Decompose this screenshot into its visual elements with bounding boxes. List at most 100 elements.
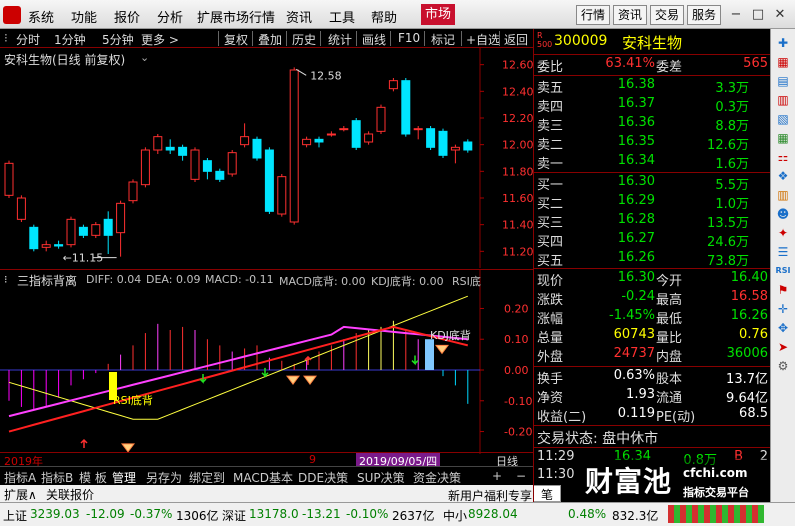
tool-overlay[interactable]: 叠加: [258, 31, 282, 48]
minimize-icon[interactable]: −: [726, 5, 746, 25]
button-service[interactable]: 服务: [687, 5, 722, 25]
close-icon[interactable]: ✕: [770, 5, 790, 25]
plus-icon[interactable]: ✚: [775, 35, 791, 51]
ask-label: 卖一: [537, 157, 564, 172]
button-trade[interactable]: 交易: [650, 5, 685, 25]
tab-sup[interactable]: SUP决策: [357, 469, 405, 486]
tab-indicator-b[interactable]: 指标B: [41, 469, 73, 486]
chart-icon[interactable]: ▦: [775, 54, 791, 70]
menu-tools[interactable]: 工具: [329, 7, 355, 26]
tool-back[interactable]: 返回: [504, 31, 528, 48]
weicha-label: 委差: [656, 60, 683, 75]
tool-history[interactable]: 历史: [292, 31, 316, 48]
tool-add-watchlist[interactable]: +自选: [466, 31, 500, 48]
watermark-logo: 财富池 cfchi.com 指标交易平台: [583, 458, 768, 502]
stat2-label: 流通: [656, 391, 683, 406]
tree-icon[interactable]: ❖: [775, 168, 791, 184]
tab-indicator-a[interactable]: 指标A: [4, 469, 36, 486]
chart-toolbar: ⁝ 分时 1分钟 5分钟 更多 > 复权 叠加 历史 统计 画线 F10 标记 …: [0, 29, 533, 48]
sme-index-label[interactable]: 中小: [443, 507, 467, 524]
tool-statistics[interactable]: 统计: [328, 31, 352, 48]
menu-market[interactable]: 市场: [421, 4, 456, 25]
button-news[interactable]: 资讯: [613, 5, 648, 25]
tab-fund[interactable]: 资金决策: [413, 469, 461, 486]
period-5min[interactable]: 5分钟: [102, 31, 134, 48]
price-tick-label: 11.20: [502, 245, 533, 258]
doc-icon[interactable]: ▧: [775, 111, 791, 127]
table-icon[interactable]: ▦: [775, 130, 791, 146]
tool-draw-line[interactable]: 画线: [362, 31, 386, 48]
ask-row: 卖一 16.34 1.6万: [534, 153, 771, 172]
remove-tab-button[interactable]: −: [516, 469, 526, 483]
add-tab-button[interactable]: +: [492, 469, 502, 483]
menu-info[interactable]: 资讯: [286, 7, 312, 26]
ask-label: 卖三: [537, 119, 564, 134]
stat-value: -1.45%: [609, 308, 655, 323]
grid-icon[interactable]: ▥: [775, 92, 791, 108]
period-more[interactable]: 更多 >: [141, 31, 179, 48]
settings-icon[interactable]: ⚙: [775, 358, 791, 374]
tool-f10[interactable]: F10: [398, 31, 420, 45]
pointer-icon[interactable]: ➤: [775, 339, 791, 355]
menu-system[interactable]: 系统: [28, 7, 54, 26]
rsi-icon[interactable]: RSI: [775, 263, 791, 279]
tab-template[interactable]: 模 板: [79, 469, 107, 486]
list-icon[interactable]: ⁝: [4, 31, 8, 45]
tab-manage[interactable]: 管理: [112, 469, 136, 486]
candle-up: [190, 149, 200, 180]
lines-icon[interactable]: ☰: [775, 244, 791, 260]
ask-row: 卖五 16.38 3.3万: [534, 77, 771, 96]
candle-up: [339, 128, 349, 131]
buy-signal-arrow: [80, 438, 88, 448]
menu-analysis[interactable]: 分析: [157, 7, 183, 26]
tab-extend[interactable]: 扩展∧: [4, 486, 37, 503]
flag-icon[interactable]: ⚑: [775, 282, 791, 298]
k-icon[interactable]: ⚏: [775, 149, 791, 165]
kline-chart[interactable]: 12.60 12.40 12.20 12.00 11.80 11.60 11.40 11.20…: [0, 48, 534, 268]
period-timeshare[interactable]: 分时: [16, 31, 40, 48]
ask-label: 卖四: [537, 100, 564, 115]
bid-label: 买五: [537, 254, 564, 269]
sz-index-label[interactable]: 深证: [222, 507, 246, 524]
sh-index-label[interactable]: 上证: [3, 507, 27, 524]
tab-save-as[interactable]: 另存为: [146, 469, 182, 486]
sh-index-value: 3239.03: [30, 507, 80, 521]
stat2-label: 收益(二): [537, 410, 587, 425]
indicator-menu-icon[interactable]: ⁝: [4, 273, 8, 286]
move-icon[interactable]: ✥: [775, 320, 791, 336]
chart-dropdown-icon[interactable]: ⌄: [140, 51, 149, 64]
tool-fuquan[interactable]: 复权: [224, 31, 248, 48]
user-icon[interactable]: ☻: [775, 206, 791, 222]
bar-icon[interactable]: ▥: [775, 187, 791, 203]
indicator-chart[interactable]: 0.20 0.10 0.00 -0.10 -0.20 RSI底背 KDJ底背 ⁝ 三指标背离…: [0, 269, 533, 454]
button-quotes[interactable]: 行情: [576, 5, 611, 25]
legend-diff: DIFF: 0.04: [86, 273, 142, 286]
tool-mark[interactable]: 标记: [431, 31, 455, 48]
stat2-value: 1.93: [626, 387, 655, 402]
tab-dde[interactable]: DDE决策: [298, 469, 348, 486]
stock-code: 300009: [554, 33, 608, 49]
cross-icon[interactable]: ✛: [775, 301, 791, 317]
weicha-value: 565: [743, 56, 768, 71]
period-1min[interactable]: 1分钟: [54, 31, 86, 48]
tab-bind[interactable]: 绑定到: [189, 469, 225, 486]
bid-row: 买二 16.29 1.0万: [534, 193, 771, 212]
menu-help[interactable]: 帮助: [371, 7, 397, 26]
star-icon[interactable]: ✦: [775, 225, 791, 241]
tab-macd-basic[interactable]: MACD基本: [233, 469, 293, 486]
stat-row: 现价 16.30 今开 16.40: [534, 270, 771, 289]
menu-function[interactable]: 功能: [71, 7, 97, 26]
bid-volume: 13.5万: [707, 216, 749, 231]
candle-down: [264, 149, 274, 212]
ask-volume: 8.8万: [715, 119, 749, 134]
candle-up: [128, 181, 138, 202]
tab-related-quote[interactable]: 关联报价: [46, 486, 94, 503]
ask-volume: 1.6万: [715, 157, 749, 172]
list-icon[interactable]: ▤: [775, 73, 791, 89]
legend-macd: MACD: -0.11: [205, 273, 274, 286]
menu-quote[interactable]: 报价: [114, 7, 140, 26]
price-tick-label: 12.00: [502, 139, 533, 152]
menu-extended-market[interactable]: 扩展市场行情: [197, 7, 275, 26]
stock-name: 安科生物: [622, 34, 683, 52]
maximize-icon[interactable]: □: [748, 5, 768, 25]
